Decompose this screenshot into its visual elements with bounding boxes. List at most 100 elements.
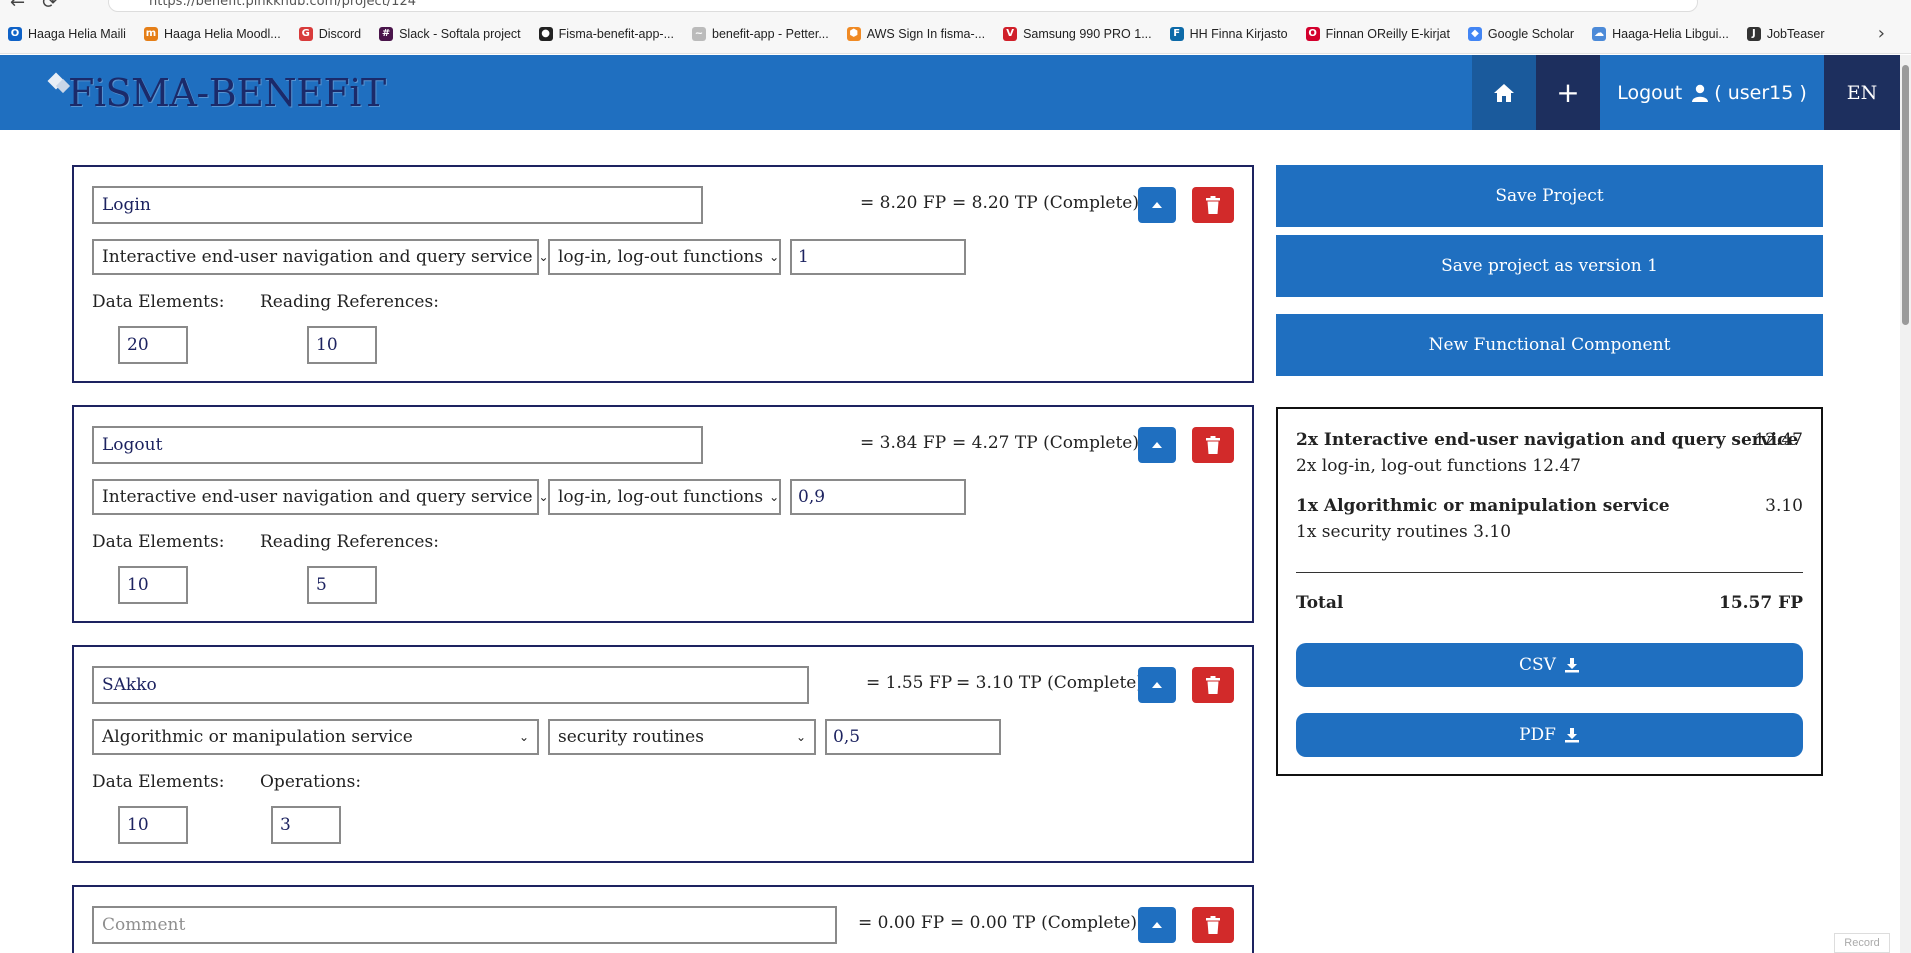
add-project-button[interactable]: + (1536, 55, 1600, 130)
page-scrollbar[interactable] (1900, 55, 1911, 953)
trash-icon (1206, 676, 1220, 694)
data-elements-value: 20 (127, 335, 149, 355)
pdf-download-button[interactable]: PDF (1296, 713, 1803, 757)
bookmark-item[interactable]: F HH Finna Kirjasto (1169, 26, 1288, 41)
language-toggle[interactable]: EN (1824, 55, 1900, 130)
data-elements-input[interactable]: 20 (118, 326, 188, 364)
group-title-value: 12.47 (1754, 430, 1803, 450)
download-icon (1564, 728, 1579, 743)
save-project-button[interactable]: Save Project (1276, 165, 1823, 227)
group-title-value: 3.10 (1765, 496, 1803, 516)
bookmark-item[interactable]: ~ benefit-app - Petter... (692, 26, 829, 41)
csv-label: CSV (1519, 655, 1556, 675)
collapse-button[interactable] (1138, 187, 1176, 223)
component-class-select[interactable]: Interactive end-user navigation and quer… (92, 239, 549, 275)
save-version-label: Save project as version 1 (1441, 256, 1658, 276)
component-name-input[interactable]: SAkko (92, 666, 809, 704)
tp-value: = 8.20 TP (Complete) (952, 193, 1139, 213)
component-name-input[interactable]: Logout (92, 426, 703, 464)
delete-button[interactable] (1192, 667, 1234, 703)
functional-component-card: Logout = 3.84 FP = 4.27 TP (Complete) In… (72, 405, 1254, 623)
bookmark-item[interactable]: ◆ Google Scholar (1467, 26, 1574, 41)
trash-icon (1206, 196, 1220, 214)
scrollbar-thumb[interactable] (1902, 65, 1909, 325)
verkkokauppa-icon: V (1003, 26, 1018, 41)
save-version-button[interactable]: Save project as version 1 (1276, 235, 1823, 297)
component-type-select[interactable]: log-in, log-out functions ⌄ (548, 239, 781, 275)
collapse-button[interactable] (1138, 667, 1176, 703)
functional-component-card: Comment = 0.00 FP = 0.00 TP (Complete) (72, 885, 1254, 953)
back-forward-icons[interactable]: ← ⟳ (10, 0, 57, 13)
address-field[interactable]: https://benefit.pinkkhub.com/project/124 (108, 0, 1698, 12)
reading-references-input[interactable]: 5 (307, 566, 377, 604)
chevron-right-icon[interactable]: › (1878, 23, 1885, 44)
user-icon (1692, 84, 1709, 102)
moodle-icon: m (143, 26, 158, 41)
scholar-icon: ◆ (1467, 26, 1482, 41)
bookmark-item[interactable]: ☁ Haaga-Helia Libgui... (1592, 26, 1729, 41)
finna-icon: F (1169, 26, 1184, 41)
fp-value: = 1.55 FP (866, 673, 953, 693)
caret-up-icon (1152, 922, 1162, 928)
component-type-select[interactable]: log-in, log-out functions ⌄ (548, 479, 781, 515)
summary-group-sub: 1x security routines 3.10 (1296, 522, 1512, 542)
bookmark-item[interactable]: O Haaga Helia Maili (8, 26, 126, 41)
project-summary-panel: 2x Interactive end-user navigation and q… (1276, 407, 1823, 776)
caret-up-icon (1152, 682, 1162, 688)
fisma-benefit-logo[interactable]: FiSMA-BENEFiT (42, 65, 386, 120)
total-value: 15.57 FP (1718, 593, 1803, 613)
caret-up-icon (1152, 202, 1162, 208)
chevron-down-icon: ⌄ (518, 730, 529, 744)
summary-total-row: Total 15.57 FP (1296, 593, 1803, 613)
chevron-down-icon: ⌄ (769, 250, 780, 264)
class-value: Interactive end-user navigation and quer… (102, 487, 533, 507)
multiplier-input[interactable]: 1 (790, 239, 966, 275)
delete-button[interactable] (1192, 427, 1234, 463)
data-elements-input[interactable]: 10 (118, 806, 188, 844)
app-header: FiSMA-BENEFiT + Logout ( user15 ) EN (0, 55, 1900, 130)
plus-icon: + (1556, 76, 1580, 109)
delete-button[interactable] (1192, 187, 1234, 223)
home-icon (1494, 83, 1514, 102)
data-elements-input[interactable]: 10 (118, 566, 188, 604)
operations-label: Operations: (260, 772, 362, 792)
component-type-select[interactable]: security routines ⌄ (548, 719, 816, 755)
multiplier-input[interactable]: 0,9 (790, 479, 966, 515)
new-functional-component-button[interactable]: New Functional Component (1276, 314, 1823, 376)
class-value: Interactive end-user navigation and quer… (102, 247, 533, 267)
bookmark-item[interactable]: ● Fisma-benefit-app-... (538, 26, 674, 41)
bookmark-item[interactable]: V Samsung 990 PRO 1... (1003, 26, 1152, 41)
operations-input[interactable]: 3 (271, 806, 341, 844)
bookmark-item[interactable]: J JobTeaser (1746, 26, 1825, 41)
multiplier-value: 0,9 (798, 487, 826, 507)
bookmark-item[interactable]: ⬢ AWS Sign In fisma-... (846, 26, 986, 41)
summary-group-title: 2x Interactive end-user navigation and q… (1296, 430, 1803, 450)
bookmark-label: Fisma-benefit-app-... (558, 26, 674, 41)
bookmark-label: AWS Sign In fisma-... (866, 26, 986, 41)
component-name-value: Login (102, 195, 151, 215)
bookmark-label: benefit-app - Petter... (712, 26, 829, 41)
bookmark-item[interactable]: # Slack - Softala project (379, 26, 521, 41)
component-class-select[interactable]: Interactive end-user navigation and quer… (92, 479, 549, 515)
fp-value: = 8.20 FP (860, 193, 947, 213)
multiplier-input[interactable]: 0,5 (825, 719, 1001, 755)
component-name-input[interactable]: Login (92, 186, 703, 224)
component-class-select[interactable]: Algorithmic or manipulation service ⌄ (92, 719, 539, 755)
component-comment-input[interactable]: Comment (92, 906, 837, 944)
app-icon: ~ (692, 26, 706, 41)
delete-button[interactable] (1192, 907, 1234, 943)
trash-icon (1206, 436, 1220, 454)
collapse-button[interactable] (1138, 427, 1176, 463)
bookmark-item[interactable]: O Finnan OReilly E-kirjat (1305, 26, 1450, 41)
bookmark-item[interactable]: G Discord (298, 26, 361, 41)
multiplier-value: 1 (798, 247, 809, 267)
record-badge[interactable]: Record (1834, 933, 1890, 953)
csv-download-button[interactable]: CSV (1296, 643, 1803, 687)
reading-references-input[interactable]: 10 (307, 326, 377, 364)
logout-button[interactable]: Logout ( user15 ) (1600, 55, 1824, 130)
collapse-button[interactable] (1138, 907, 1176, 943)
bookmark-item[interactable]: m Haaga Helia Moodl... (143, 26, 281, 41)
home-button[interactable] (1472, 55, 1536, 130)
address-text: https://benefit.pinkkhub.com/project/124 (149, 0, 416, 9)
username-label: ( user15 ) (1714, 81, 1807, 104)
